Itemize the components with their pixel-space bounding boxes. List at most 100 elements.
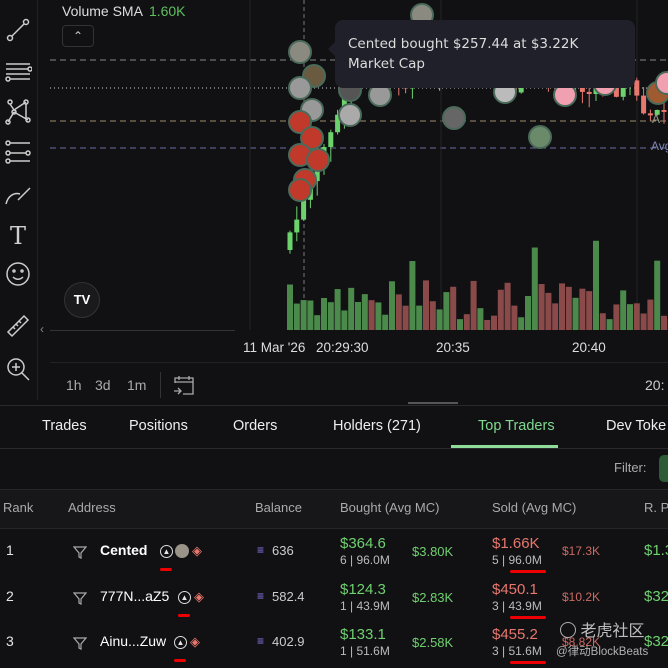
tab-orders[interactable]: Orders (233, 418, 277, 434)
axis-time: 20:29:30 (316, 340, 369, 355)
volume-bar (355, 301, 361, 330)
user-icon[interactable]: ▲ (174, 635, 187, 649)
solana-icon: ≡ (257, 543, 265, 557)
table-row[interactable]: 1 Cented ▲ ◈ ≡ 636 $364.6 6 | 96.0M $3.80… (0, 530, 668, 576)
indicator-label: Volume SMA (62, 3, 143, 19)
trade-tooltip: Cented bought $257.44 at $3.22K Market C… (328, 20, 635, 88)
volume-bar (375, 302, 382, 330)
axis-time-right: 20: (645, 377, 665, 393)
solana-icon: ≡ (257, 589, 265, 603)
candle-body (634, 80, 640, 96)
emoji-icon[interactable] (4, 260, 32, 288)
header-balance[interactable]: Balance (255, 500, 302, 515)
balance: 582.4 (272, 589, 305, 604)
layers-icon[interactable]: ◈ (190, 634, 200, 649)
fib-icon[interactable] (4, 138, 32, 166)
user-icon[interactable]: ▲ (178, 590, 191, 604)
trader-avatar-marker (288, 76, 312, 100)
horizontal-lines-icon[interactable] (4, 58, 32, 86)
watermark-credit: @律动BlockBeats (556, 646, 649, 658)
trader-address[interactable]: Ainu...Zuw (100, 633, 166, 649)
volume-bar (640, 313, 647, 330)
volume-bar (504, 282, 511, 330)
bought-count-mc: 1 | 43.9M (340, 599, 390, 613)
resize-handle[interactable] (408, 402, 458, 404)
ruler-icon[interactable] (4, 312, 32, 340)
avg-line-label: Avg (651, 139, 668, 153)
table-row[interactable]: 2 777N...aZ5 ▲ ◈ ≡ 582.4 $124.3 1 | 43.9M… (0, 576, 668, 622)
header-rank[interactable]: Rank (3, 500, 33, 515)
annotation-underline (510, 570, 546, 573)
layers-icon[interactable]: ◈ (194, 589, 204, 604)
annotation-underline (510, 661, 546, 664)
divider (0, 448, 668, 449)
volume-bar (287, 284, 293, 330)
zoom-icon[interactable] (4, 355, 32, 383)
pattern-icon[interactable] (4, 98, 32, 126)
layers-icon[interactable]: ◈ (192, 543, 202, 558)
rank: 2 (6, 588, 14, 604)
filter-icon[interactable] (73, 636, 87, 650)
range-1h[interactable]: 1h (66, 377, 82, 393)
volume-bar (409, 261, 416, 330)
tab-positions[interactable]: Positions (129, 418, 188, 434)
range-3d[interactable]: 3d (95, 377, 111, 393)
divider (50, 362, 668, 363)
candle-body (641, 95, 647, 114)
trader-address[interactable]: 777N...aZ5 (100, 588, 169, 604)
trader-address[interactable]: Cented (100, 542, 147, 558)
header-realized-pnl[interactable]: R. P (644, 500, 668, 515)
axis-date: 11 Mar '26 (243, 340, 306, 355)
filter-icon[interactable] (73, 591, 87, 605)
volume-bar (463, 314, 470, 330)
volume-bar (450, 286, 457, 330)
trend-line-icon[interactable] (4, 16, 32, 44)
volume-bar (389, 281, 395, 330)
volume-bar (599, 313, 606, 330)
volume-bar (307, 300, 314, 330)
calendar-goto-icon[interactable] (172, 373, 196, 397)
watermark-logo-icon (560, 622, 576, 638)
sold-amount: $455.2 (492, 626, 538, 643)
candle-body (586, 91, 592, 95)
volume-bar (382, 314, 389, 330)
filter-dropdown[interactable] (659, 455, 668, 482)
divider (50, 330, 235, 331)
volume-bar (395, 294, 402, 330)
tab-dev-tokens[interactable]: Dev Toke (606, 418, 666, 434)
tab-top-traders[interactable]: Top Traders (478, 418, 555, 434)
volume-bar (477, 308, 484, 330)
user-icon[interactable]: ▲ (160, 544, 173, 558)
header-bought[interactable]: Bought (Avg MC) (340, 500, 439, 515)
range-1m[interactable]: 1m (127, 377, 146, 393)
collapse-toolbar-arrow[interactable]: ‹ (40, 322, 44, 336)
brush-icon[interactable] (4, 180, 32, 208)
header-address[interactable]: Address (68, 500, 116, 515)
filter-icon[interactable] (73, 545, 87, 559)
trader-avatar-marker (288, 40, 312, 64)
header-sold[interactable]: Sold (Avg MC) (492, 500, 576, 515)
volume-bar (531, 247, 538, 330)
avatar (175, 544, 189, 559)
volume-bar (654, 260, 661, 330)
volume-bar (348, 287, 355, 330)
volume-bar (633, 303, 640, 330)
sold-avg-mc: $10.2K (562, 590, 601, 604)
text-icon[interactable]: T (4, 222, 32, 250)
collapse-legend-button[interactable]: ⌃ (62, 25, 94, 47)
annotation-underline (174, 659, 186, 662)
trader-avatar-marker (655, 71, 668, 95)
bought-amount: $133.1 (340, 626, 386, 643)
price-line-label: A (652, 112, 661, 126)
candle-body (287, 232, 293, 250)
tab-trades[interactable]: Trades (42, 418, 87, 434)
rank: 1 (6, 542, 14, 558)
candle-body (301, 199, 307, 220)
candle-body (294, 219, 300, 233)
volume-bar (579, 288, 586, 330)
volume-bar (361, 294, 368, 330)
tab-holders[interactable]: Holders (271) (333, 418, 421, 434)
watermark-line1: 老虎社区 (580, 623, 645, 640)
sold-count-mc: 3 | 51.6M (492, 644, 542, 658)
trader-avatar-marker (288, 178, 312, 202)
